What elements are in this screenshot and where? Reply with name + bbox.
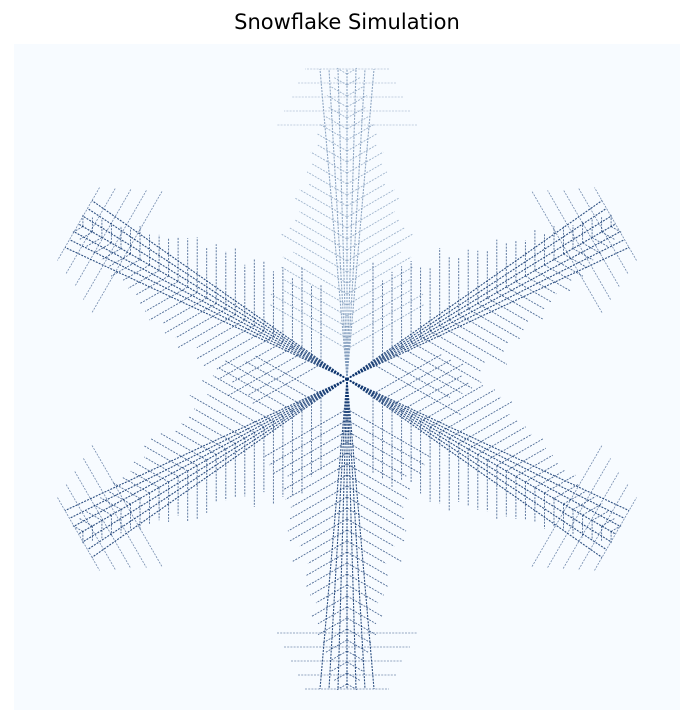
snowflake-plot (14, 44, 680, 710)
chart-title: Snowflake Simulation (234, 10, 460, 34)
